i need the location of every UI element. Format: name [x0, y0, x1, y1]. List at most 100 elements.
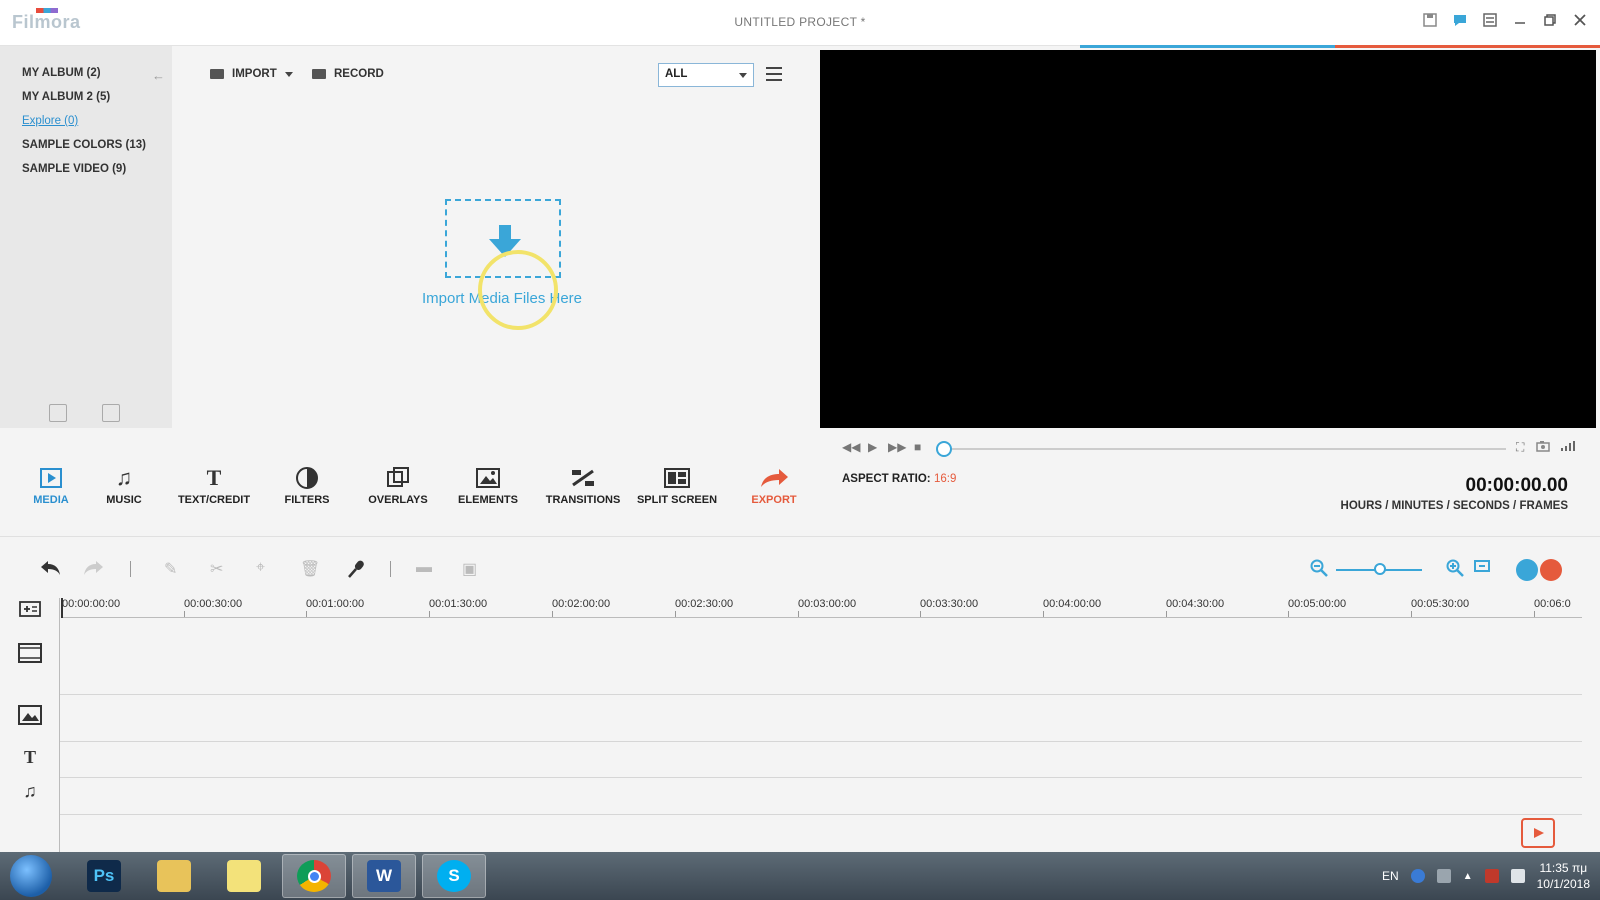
tab-music[interactable]: ♫ MUSIC: [84, 464, 164, 506]
photoshop-app[interactable]: Ps: [72, 854, 136, 898]
ruler-tick: [1288, 611, 1289, 617]
ruler-label: 00:01:30:00: [429, 598, 488, 610]
timecode-caption: HOURS / MINUTES / SECONDS / FRAMES: [1340, 500, 1568, 512]
chrome-app[interactable]: [282, 854, 346, 898]
music-track-icon: ♫: [23, 780, 37, 801]
battery-icon[interactable]: [1484, 869, 1499, 883]
crop-icon[interactable]: ⌖: [256, 559, 265, 577]
fast-forward-icon[interactable]: ▶▶: [888, 440, 906, 454]
folder-icon: [157, 860, 191, 892]
ruler-tick: [306, 611, 307, 617]
ruler-label: 00:05:00:00: [1288, 598, 1347, 610]
record-button[interactable]: RECORD: [312, 68, 384, 80]
timeline-ruler[interactable]: 00:00:00:00 00:00:30:00 00:01:00:00 00:0…: [62, 598, 1582, 618]
fit-timeline-icon[interactable]: [1474, 559, 1490, 578]
ruler-label: 00:04:30:00: [1166, 598, 1225, 610]
tab-text-credit[interactable]: T TEXT/CREDIT: [174, 464, 254, 506]
overlays-icon: [358, 464, 438, 492]
scene-detect-icon[interactable]: ▣: [462, 559, 477, 579]
tab-elements[interactable]: ELEMENTS: [448, 464, 528, 506]
help-icon[interactable]: [1410, 869, 1425, 883]
zoom-in-icon[interactable]: [1446, 559, 1464, 582]
ruler-tick: [552, 611, 553, 617]
flag-icon[interactable]: [1510, 869, 1525, 883]
file-explorer-app[interactable]: [142, 854, 206, 898]
media-filter-select[interactable]: ALL: [658, 63, 754, 87]
delete-icon[interactable]: 🗑: [300, 559, 320, 579]
volume-icon[interactable]: [1560, 440, 1576, 455]
list-view-icon[interactable]: [766, 67, 782, 81]
network-icon[interactable]: [1436, 869, 1451, 883]
chevron-down-icon: [739, 73, 747, 78]
save-icon[interactable]: [1422, 12, 1438, 28]
video-preview: [820, 50, 1596, 428]
undo-icon[interactable]: [40, 559, 62, 582]
add-track-icon[interactable]: [18, 598, 42, 620]
show-hidden-icons-icon[interactable]: ▲: [1463, 871, 1473, 882]
mode-toggle-icon[interactable]: [1516, 559, 1538, 581]
transitions-icon: [540, 464, 626, 492]
ruler-tick: [429, 611, 430, 617]
ruler-tick: [920, 611, 921, 617]
ruler-tick: [1411, 611, 1412, 617]
tab-transitions-label: TRANSITIONS: [545, 494, 621, 506]
media-icon: [11, 464, 91, 492]
tab-split-screen[interactable]: SPLIT SCREEN: [632, 464, 722, 506]
ruler-label: 00:00:30:00: [184, 598, 243, 610]
word-icon: W: [367, 860, 401, 892]
record-label: RECORD: [334, 68, 384, 80]
record-mode-icon[interactable]: [1540, 559, 1562, 581]
window-controls: [1422, 12, 1588, 28]
start-button[interactable]: [10, 855, 52, 897]
scrubber-handle[interactable]: [936, 441, 952, 457]
close-icon[interactable]: [1572, 12, 1588, 28]
cut-icon[interactable]: ✂: [210, 559, 223, 579]
playhead[interactable]: [61, 598, 63, 618]
chevron-down-icon: [284, 71, 293, 77]
system-clock[interactable]: 11:35 πμ 10/1/2018: [1537, 860, 1590, 892]
album-item-my-album-2[interactable]: MY ALBUM 2 (5): [22, 91, 110, 103]
album-item-my-album[interactable]: MY ALBUM (2): [22, 67, 101, 79]
collapse-arrow-icon[interactable]: ←: [152, 68, 165, 83]
tab-elements-label: ELEMENTS: [458, 494, 518, 506]
redo-icon[interactable]: [82, 559, 104, 582]
zoom-out-icon[interactable]: [1310, 559, 1328, 582]
delete-album-icon[interactable]: [102, 404, 120, 422]
fullscreen-icon[interactable]: ⛶: [1516, 440, 1524, 455]
sticky-notes-app[interactable]: [212, 854, 276, 898]
chat-icon[interactable]: [1452, 12, 1468, 28]
filter-value: ALL: [665, 68, 688, 80]
skype-app[interactable]: S: [422, 854, 486, 898]
title-bar: Filmora UNTITLED PROJECT *: [0, 0, 1600, 46]
aspect-ratio-value[interactable]: 16:9: [934, 473, 956, 485]
tab-media-label: MEDIA: [33, 494, 69, 506]
tab-transitions[interactable]: TRANSITIONS: [540, 464, 626, 506]
text-icon: T: [206, 465, 222, 490]
playback-scrubber[interactable]: [944, 448, 1506, 450]
import-button[interactable]: IMPORT: [210, 68, 293, 80]
rewind-icon[interactable]: ◀◀: [842, 440, 860, 454]
restore-icon[interactable]: [1542, 12, 1558, 28]
voiceover-mic-icon[interactable]: [346, 559, 366, 584]
album-item-sample-colors[interactable]: SAMPLE COLORS (13): [22, 139, 146, 151]
tab-media[interactable]: MEDIA: [11, 464, 91, 506]
export-button[interactable]: EXPORT: [734, 464, 814, 506]
tab-overlays[interactable]: OVERLAYS: [358, 464, 438, 506]
split-track-icon[interactable]: ▬: [416, 559, 432, 577]
album-item-sample-video[interactable]: SAMPLE VIDEO (9): [22, 163, 126, 175]
play-icon[interactable]: ▶: [868, 440, 877, 454]
stop-icon[interactable]: ■: [914, 440, 921, 454]
album-item-explore[interactable]: Explore (0): [22, 115, 78, 127]
tab-filters-label: FILTERS: [284, 494, 330, 506]
snapshot-icon[interactable]: [1536, 440, 1550, 455]
menu-icon[interactable]: [1482, 12, 1498, 28]
add-album-icon[interactable]: [49, 404, 67, 422]
clock-time: 11:35 πμ: [1539, 861, 1588, 875]
language-indicator[interactable]: EN: [1382, 869, 1399, 883]
minimize-icon[interactable]: [1512, 12, 1528, 28]
edit-icon[interactable]: ✎: [164, 559, 177, 579]
tab-filters[interactable]: FILTERS: [267, 464, 347, 506]
zoom-slider-handle[interactable]: [1374, 563, 1386, 575]
word-app[interactable]: W: [352, 854, 416, 898]
export-icon: [734, 464, 814, 492]
